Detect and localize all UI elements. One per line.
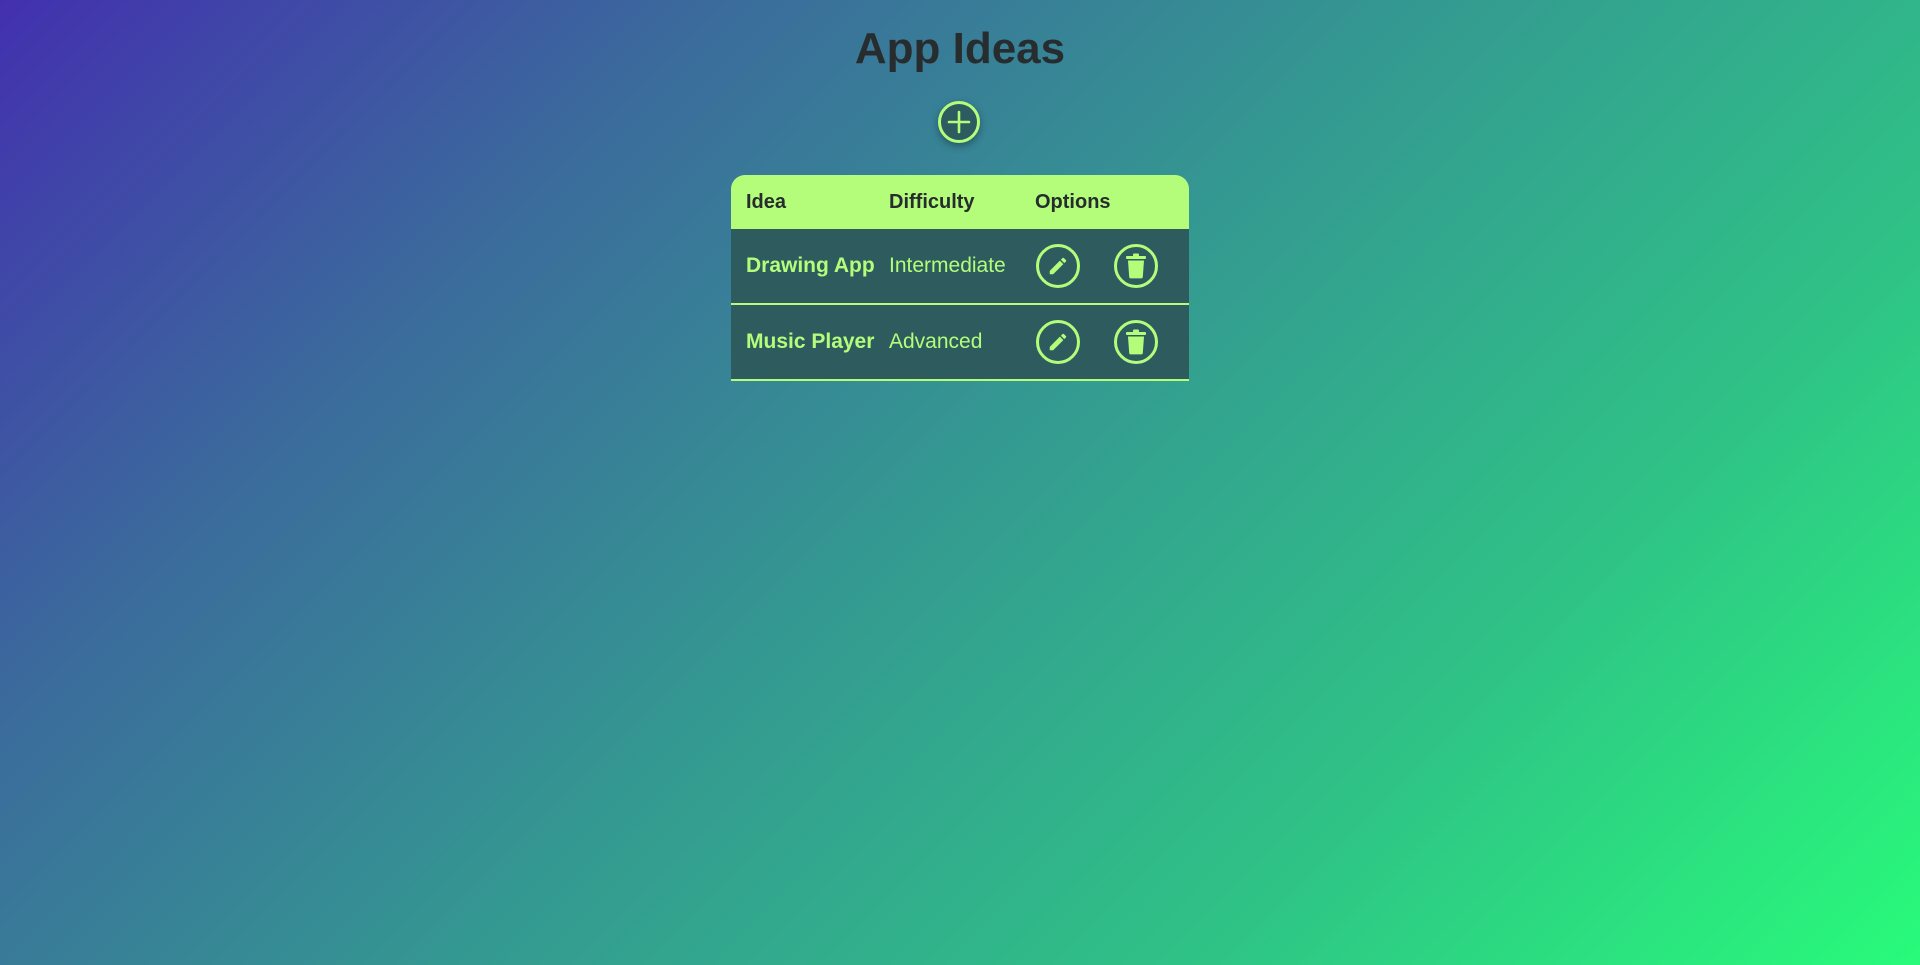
header-difficulty: Difficulty — [889, 190, 975, 213]
idea-difficulty: Intermediate — [889, 254, 1006, 277]
plus-icon — [947, 110, 971, 134]
delete-button[interactable] — [1114, 244, 1158, 288]
idea-name: Music Player — [746, 330, 875, 353]
idea-name: Drawing App — [746, 254, 875, 277]
trash-icon — [1125, 253, 1147, 279]
table-row: Drawing App Intermediate — [731, 229, 1189, 305]
pencil-icon — [1047, 255, 1069, 277]
table-row: Music Player Advanced — [731, 305, 1189, 381]
trash-icon — [1125, 329, 1147, 355]
edit-button[interactable] — [1036, 244, 1080, 288]
delete-button[interactable] — [1114, 320, 1158, 364]
page-title: App Ideas — [854, 24, 1066, 73]
idea-difficulty: Advanced — [889, 330, 983, 353]
ideas-table: Idea Difficulty Options Drawing App Inte… — [731, 175, 1189, 381]
edit-button[interactable] — [1036, 320, 1080, 364]
row-options — [1035, 320, 1189, 364]
row-options — [1035, 244, 1189, 288]
add-idea-button[interactable] — [938, 101, 980, 143]
header-idea: Idea — [746, 190, 787, 213]
table-header: Idea Difficulty Options — [731, 175, 1189, 229]
pencil-icon — [1047, 331, 1069, 353]
header-options: Options — [1035, 190, 1111, 213]
